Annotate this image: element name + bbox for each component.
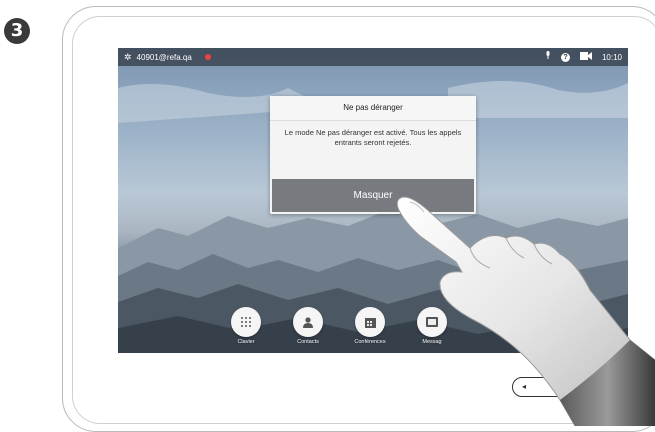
dock-label: Clavier <box>237 339 255 345</box>
gear-icon[interactable]: ✲ <box>124 48 132 66</box>
contacts-icon[interactable] <box>293 307 323 337</box>
bottom-dock: Clavier Contacts Conférences Messag <box>118 307 628 353</box>
keypad-icon[interactable] <box>231 307 261 337</box>
volume-up-icon[interactable]: ◂ <box>569 381 574 392</box>
volume-down-icon[interactable]: ◂ <box>522 382 526 391</box>
volume-rocker[interactable]: ◂ ◂ <box>512 377 584 397</box>
help-icon[interactable]: ? <box>560 52 570 62</box>
step-number-badge: 3 <box>4 18 30 44</box>
dock-item-messages[interactable]: Messag <box>402 307 462 345</box>
dialog-message: Le mode Ne pas déranger est activé. Tous… <box>284 128 462 147</box>
touch-screen: ✲ 40901@refa.qa ? 10:10 Ne pas déranger … <box>118 48 628 353</box>
do-not-disturb-dialog: Ne pas déranger Le mode Ne pas déranger … <box>270 96 476 214</box>
volume-controls: ◂ ◂ <box>512 374 592 400</box>
clock: 10:10 <box>601 52 622 62</box>
status-bar: ✲ 40901@refa.qa ? 10:10 <box>118 48 628 66</box>
dock-item-contacts[interactable]: Contacts <box>278 307 338 345</box>
calendar-icon[interactable] <box>355 307 385 337</box>
dock-label: Messag <box>422 339 442 345</box>
presence-red-dot-icon <box>204 54 211 60</box>
microphone-status-icon[interactable] <box>545 48 551 66</box>
mute-microphone-button[interactable] <box>600 376 622 398</box>
dialog-title: Ne pas déranger <box>270 96 476 121</box>
messages-icon[interactable] <box>417 307 447 337</box>
dock-item-conferences[interactable]: Conférences <box>340 307 400 345</box>
mute-microphone-icon <box>605 380 617 394</box>
selfview-camera-icon[interactable] <box>579 48 592 66</box>
dismiss-button[interactable]: Masquer <box>272 179 474 212</box>
dock-item-keypad[interactable]: Clavier <box>216 307 276 345</box>
dock-label: Contacts <box>297 339 319 345</box>
device-address[interactable]: 40901@refa.qa <box>137 53 192 62</box>
dock-label: Conférences <box>354 339 386 345</box>
